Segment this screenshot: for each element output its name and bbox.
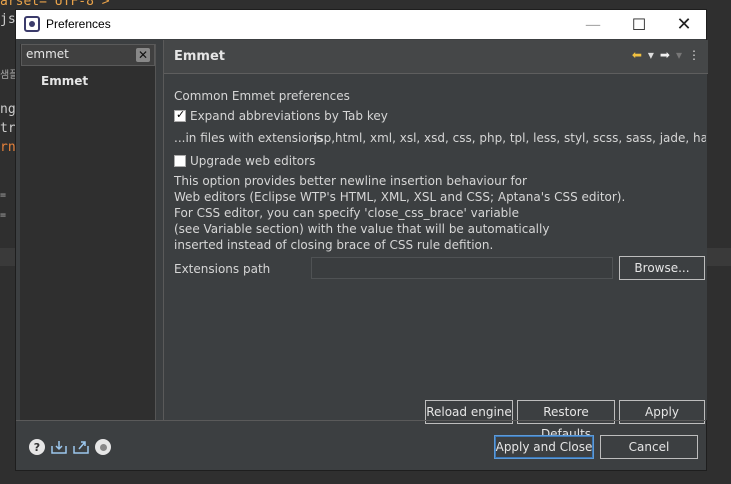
eclipse-app-icon [24, 16, 40, 32]
page-title: Emmet [174, 49, 226, 64]
upgrade-web-editors-label: Upgrade web editors [190, 154, 316, 168]
files-with-extensions-label: ...in files with extensions [174, 131, 323, 145]
extensions-path-input[interactable] [311, 257, 613, 279]
description-line: This option provides better newline inse… [174, 174, 527, 188]
back-dropdown-icon[interactable]: ▾ [648, 48, 654, 62]
preference-tree-pane: emmet ✕ Emmet [20, 44, 156, 420]
section-label: Common Emmet preferences [174, 89, 350, 103]
clear-filter-icon[interactable]: ✕ [136, 48, 150, 62]
footer-divider [16, 420, 706, 421]
extensions-path-label: Extensions path [174, 262, 271, 276]
description-line: inserted instead of closing brace of CSS… [174, 238, 494, 252]
export-icon[interactable] [73, 439, 89, 455]
close-button[interactable]: ✕ [661, 10, 707, 39]
background-code-line: arset="UTF-8"> [0, 0, 110, 9]
checkbox-unchecked-icon[interactable] [174, 155, 186, 167]
background-code-line: rn [0, 140, 16, 155]
checkbox-checked-icon[interactable] [174, 108, 186, 122]
footer-icons: ? [29, 439, 111, 455]
minimize-button[interactable]: — [570, 10, 616, 39]
tree-item-emmet[interactable]: Emmet [41, 74, 88, 88]
cancel-button[interactable]: Cancel [600, 435, 698, 459]
import-icon[interactable] [51, 439, 67, 455]
back-arrow-icon[interactable]: ⬅ [632, 48, 642, 62]
expand-abbreviations-label: Expand abbreviations by Tab key [190, 109, 388, 123]
description-line: Web editors (Eclipse WTP's HTML, XML, XS… [174, 190, 626, 204]
title-bar[interactable]: Preferences — ☐ ✕ [16, 10, 706, 39]
background-code-line: js [0, 12, 16, 27]
upgrade-web-editors-checkbox[interactable]: Upgrade web editors [174, 154, 315, 168]
background-code-line: = [0, 190, 7, 201]
files-with-extensions-value[interactable]: jsp,html, xml, xsl, xsd, css, php, tpl, … [314, 131, 706, 145]
forward-dropdown-icon: ▾ [675, 48, 682, 62]
apply-and-close-button[interactable]: Apply and Close [494, 435, 594, 459]
view-menu-icon[interactable]: ⋮ [688, 48, 700, 62]
record-icon[interactable] [95, 439, 111, 455]
description-line: (see Variable section) with the value th… [174, 222, 550, 236]
filter-input-value: emmet [26, 47, 69, 61]
background-code-line: tr [0, 121, 16, 136]
maximize-button[interactable]: ☐ [616, 10, 662, 39]
description-line: For CSS editor, you can specify 'close_c… [174, 206, 519, 220]
background-code-line: = [0, 210, 7, 221]
page-nav: ⬅ ▾ ➡ ▾ ⋮ [632, 48, 700, 62]
browse-button[interactable]: Browse... [619, 256, 705, 280]
forward-arrow-icon[interactable]: ➡ [660, 48, 670, 62]
filter-input[interactable]: emmet ✕ [21, 44, 155, 66]
preference-page: Emmet ⬅ ▾ ➡ ▾ ⋮ Common Emmet preferences… [163, 40, 708, 441]
help-icon[interactable]: ? [29, 439, 45, 455]
expand-abbreviations-checkbox[interactable]: Expand abbreviations by Tab key [174, 108, 388, 123]
preferences-dialog: Preferences — ☐ ✕ emmet ✕ Emmet Emmet ⬅ … [15, 9, 708, 471]
window-title: Preferences [46, 17, 111, 31]
page-header: Emmet ⬅ ▾ ➡ ▾ ⋮ [164, 40, 708, 74]
background-code-line: ng [0, 102, 16, 117]
